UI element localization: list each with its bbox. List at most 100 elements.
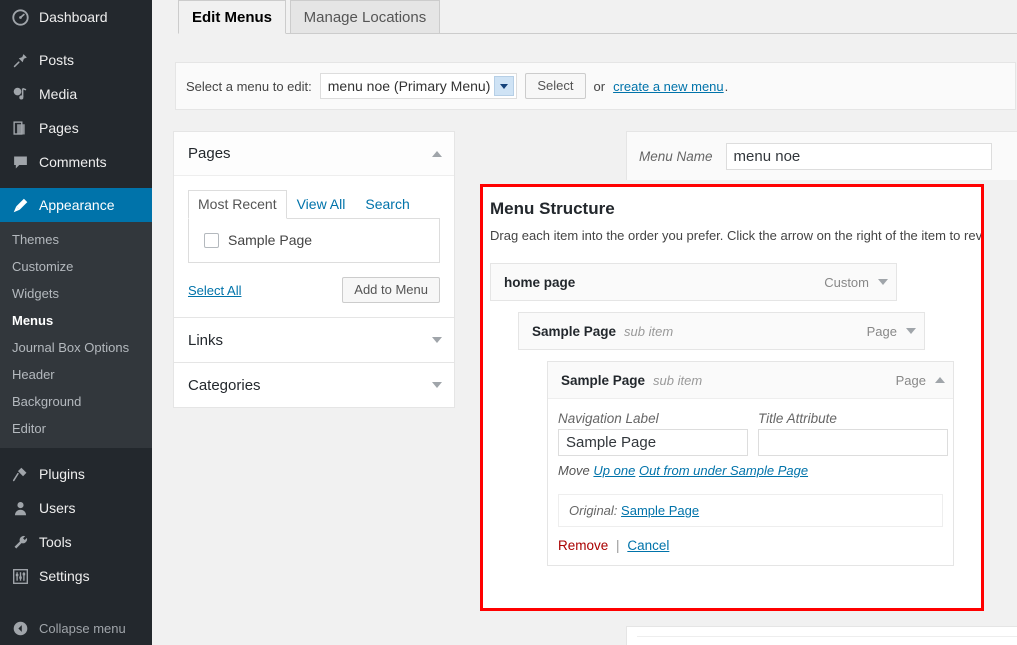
- menu-item-type: Page: [895, 372, 926, 388]
- pages-postbox-header[interactable]: Pages: [174, 132, 454, 176]
- sidebar-item-label: Media: [39, 86, 78, 102]
- tab-view-all[interactable]: View All: [287, 190, 356, 219]
- sidebar-item-comments[interactable]: Comments: [0, 145, 152, 179]
- menu-item-meta: Page: [867, 324, 916, 339]
- chevron-down-icon[interactable]: [432, 382, 442, 388]
- period-text: .: [724, 78, 729, 94]
- menu-item-sample-page-1[interactable]: Sample Page sub item Page: [518, 312, 925, 350]
- menu-edit-column: Menu Name: [626, 131, 1017, 180]
- cancel-link[interactable]: Cancel: [627, 538, 669, 553]
- tab-most-recent[interactable]: Most Recent: [188, 190, 287, 219]
- sidebar-subitem-background[interactable]: Background: [0, 388, 152, 415]
- categories-postbox-header[interactable]: Categories: [174, 363, 454, 407]
- chevron-down-icon[interactable]: [432, 337, 442, 343]
- sidebar-item-dashboard[interactable]: Dashboard: [0, 0, 152, 34]
- sidebar-divider: [0, 179, 152, 188]
- page-checkbox[interactable]: [204, 232, 219, 248]
- menu-structure-highlight-box: Menu Structure Drag each item into the o…: [480, 184, 984, 611]
- menu-select-value: menu noe (Primary Menu): [327, 78, 491, 94]
- remove-link[interactable]: Remove: [558, 538, 608, 553]
- tab-manage-locations[interactable]: Manage Locations: [289, 0, 441, 34]
- sidebar-item-tools[interactable]: Tools: [0, 525, 152, 559]
- menu-item-fields-row: Navigation Label Title Attribute: [558, 411, 948, 456]
- select-button[interactable]: Select: [525, 73, 586, 99]
- chevron-up-icon[interactable]: [432, 150, 442, 157]
- sidebar-item-users[interactable]: Users: [0, 491, 152, 525]
- sidebar-subitem-label: Background: [12, 394, 82, 409]
- navigation-label-label: Navigation Label: [558, 411, 659, 426]
- menu-item-header[interactable]: Sample Page sub item Page: [548, 362, 953, 398]
- sidebar-item-posts[interactable]: Posts: [0, 43, 152, 77]
- sidebar-item-label: Appearance: [39, 197, 115, 213]
- title-attribute-group: Title Attribute: [758, 411, 948, 456]
- menu-item-title-group: Sample Page sub item: [561, 373, 702, 388]
- chevron-up-icon[interactable]: [935, 377, 945, 383]
- menu-item-subtext: sub item: [653, 372, 703, 388]
- sidebar-subitem-journal-box-options[interactable]: Journal Box Options: [0, 334, 152, 361]
- move-label: Move: [558, 463, 590, 478]
- links-postbox: Links: [173, 318, 455, 363]
- pages-postbox-body: Most Recent View All Search Sample Page …: [174, 176, 454, 317]
- settings-icon: [10, 566, 30, 586]
- menu-item-name: home page: [504, 274, 576, 290]
- sidebar-item-label: Comments: [39, 154, 107, 170]
- nav-tab-wrapper: Edit Menus Manage Locations: [178, 0, 1017, 34]
- sidebar-subitem-customize[interactable]: Customize: [0, 253, 152, 280]
- navigation-label-input[interactable]: [558, 429, 748, 456]
- admin-sidebar: Dashboard Posts Media Pages Comments App…: [0, 0, 160, 645]
- menu-name-input[interactable]: [725, 142, 992, 170]
- sidebar-item-plugins[interactable]: Plugins: [0, 457, 152, 491]
- menu-item-header[interactable]: home page Custom: [491, 264, 896, 300]
- collapse-menu-label: Collapse menu: [39, 620, 126, 636]
- tab-search[interactable]: Search: [355, 190, 419, 219]
- chevron-down-icon[interactable]: [906, 328, 916, 334]
- sidebar-item-settings[interactable]: Settings: [0, 559, 152, 593]
- list-item[interactable]: Sample Page: [199, 230, 429, 250]
- menu-select-bar: Select a menu to edit: menu noe (Primary…: [175, 62, 1016, 110]
- menu-item-name: Sample Page: [532, 323, 617, 339]
- wrench-icon: [10, 532, 30, 552]
- menu-settings-panel: [626, 626, 1017, 645]
- menu-item-title-group: home page: [504, 275, 583, 290]
- pin-icon: [10, 50, 30, 70]
- sidebar-divider: [0, 34, 152, 43]
- sidebar-subitem-widgets[interactable]: Widgets: [0, 280, 152, 307]
- sidebar-subitem-label: Menus: [12, 313, 54, 328]
- add-to-menu-button[interactable]: Add to Menu: [342, 277, 440, 303]
- collapse-arrow-icon: [10, 618, 30, 638]
- sidebar-item-appearance[interactable]: Appearance: [0, 188, 160, 222]
- comment-icon: [10, 152, 30, 172]
- sidebar-subitem-label: Header: [12, 367, 55, 382]
- sidebar-item-label: Plugins: [39, 466, 85, 482]
- sidebar-subitem-menus[interactable]: Menus: [0, 307, 152, 334]
- move-row: Move Up one Out from under Sample Page: [558, 463, 943, 478]
- collapse-menu-button[interactable]: Collapse menu: [0, 611, 152, 645]
- create-new-menu-link[interactable]: create a new menu: [613, 79, 724, 94]
- move-up-one-link[interactable]: Up one: [593, 463, 635, 478]
- menu-item-home-page[interactable]: home page Custom: [490, 263, 897, 301]
- appearance-icon: [10, 195, 30, 215]
- menu-select-dropdown[interactable]: menu noe (Primary Menu): [319, 73, 518, 99]
- chevron-down-icon[interactable]: [494, 76, 515, 96]
- menu-item-sample-page-2[interactable]: Sample Page sub item Page Navigation Lab…: [547, 361, 954, 566]
- original-page-link[interactable]: Sample Page: [621, 503, 699, 518]
- tab-edit-menus[interactable]: Edit Menus: [178, 0, 287, 34]
- menu-item-title-group: Sample Page sub item: [532, 324, 673, 339]
- move-out-from-under-link[interactable]: Out from under Sample Page: [639, 463, 808, 478]
- menu-name-bar: Menu Name: [626, 131, 1017, 180]
- sidebar-item-media[interactable]: Media: [0, 77, 152, 111]
- menu-item-header[interactable]: Sample Page sub item Page: [519, 313, 924, 349]
- sidebar-item-pages[interactable]: Pages: [0, 111, 152, 145]
- or-text: or: [593, 78, 606, 94]
- chevron-down-icon[interactable]: [878, 279, 888, 285]
- links-postbox-header[interactable]: Links: [174, 318, 454, 362]
- divider: [637, 636, 1017, 637]
- sidebar-subitem-themes[interactable]: Themes: [0, 226, 152, 253]
- select-all-link[interactable]: Select All: [188, 283, 241, 298]
- menu-item-name: Sample Page: [561, 372, 646, 388]
- sidebar-subitem-editor[interactable]: Editor: [0, 415, 152, 442]
- categories-postbox-title: Categories: [188, 376, 261, 394]
- title-attribute-input[interactable]: [758, 429, 948, 456]
- sidebar-subitem-header[interactable]: Header: [0, 361, 152, 388]
- original-label: Original:: [569, 503, 618, 518]
